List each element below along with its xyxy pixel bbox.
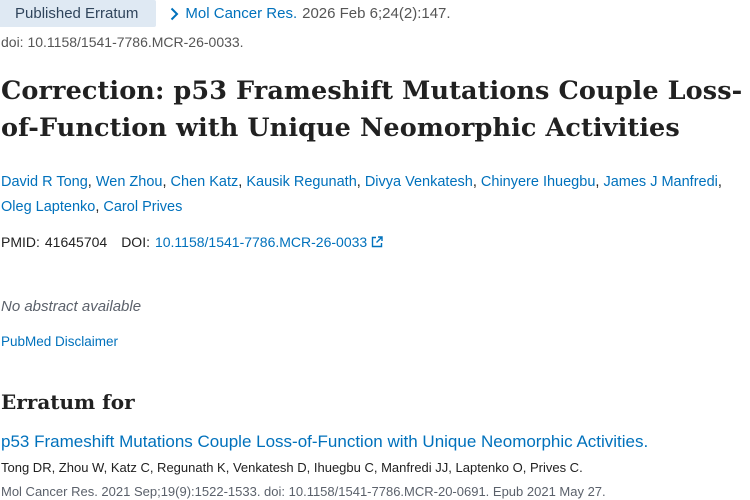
- author-link[interactable]: Kausik Regunath: [246, 174, 356, 190]
- author-link[interactable]: Carol Prives: [103, 199, 182, 215]
- no-abstract-note: No abstract available: [1, 298, 142, 315]
- pmid-value: 41645704: [44, 234, 108, 250]
- identifiers: PMID: 41645704 DOI: 10.1158/1541-7786.MC…: [1, 234, 383, 250]
- citation-text: 2026 Feb 6;24(2):147.: [302, 5, 451, 22]
- doi-citation-line: doi: 10.1158/1541-7786.MCR-26-0033.: [1, 34, 244, 50]
- publication-type-badge: Published Erratum: [0, 0, 157, 27]
- chevron-right-icon[interactable]: [170, 7, 179, 21]
- author-link[interactable]: James J Manfredi: [603, 174, 717, 190]
- pubmed-disclaimer-link[interactable]: PubMed Disclaimer: [1, 334, 118, 349]
- original-article-link[interactable]: p53 Frameshift Mutations Couple Loss-of-…: [1, 432, 648, 452]
- doi-link[interactable]: 10.1158/1541-7786.MCR-26-0033: [155, 234, 367, 250]
- doi-label: DOI:: [121, 234, 150, 250]
- author-link[interactable]: Wen Zhou: [96, 174, 163, 190]
- author-link[interactable]: Chinyere Ihuegbu: [481, 174, 595, 190]
- original-article-citation: Mol Cancer Res. 2021 Sep;19(9):1522-1533…: [1, 484, 606, 499]
- article-title: Correction: p53 Frameshift Mutations Cou…: [1, 76, 743, 143]
- article-header-row: Published Erratum Mol Cancer Res. 2026 F…: [0, 0, 451, 27]
- journal-link[interactable]: Mol Cancer Res.: [185, 5, 297, 22]
- author-link[interactable]: Divya Venkatesh: [365, 174, 473, 190]
- original-article-authors: Tong DR, Zhou W, Katz C, Regunath K, Ven…: [1, 460, 583, 475]
- pmid-label: PMID:: [1, 234, 40, 250]
- author-link[interactable]: Chen Katz: [171, 174, 239, 190]
- external-link-icon[interactable]: [371, 236, 383, 248]
- authors-list: David R Tong, Wen Zhou, Chen Katz, Kausi…: [1, 174, 722, 215]
- author-link[interactable]: Oleg Laptenko: [1, 199, 95, 215]
- author-link[interactable]: David R Tong: [1, 174, 88, 190]
- erratum-for-heading: Erratum for: [1, 390, 135, 414]
